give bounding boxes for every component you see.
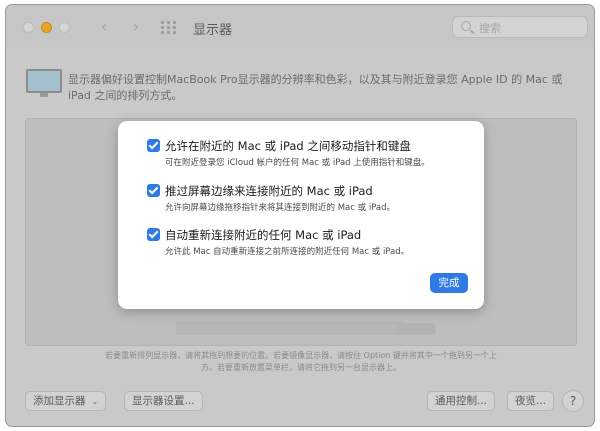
- help-button[interactable]: ?: [562, 390, 584, 412]
- option-subtitle: 可在附近登录您 iCloud 帐户的任何 Mac 或 iPad 上使用指针和键盘…: [165, 158, 430, 168]
- search-field[interactable]: 搜索: [452, 16, 588, 38]
- option-title: 允许在附近的 Mac 或 iPad 之间移动指针和键盘: [165, 139, 411, 153]
- done-button[interactable]: 完成: [430, 273, 468, 293]
- minimize-window-button[interactable]: [41, 22, 52, 33]
- keyboard-image: [176, 321, 404, 335]
- forward-arrow-icon[interactable]: ›: [126, 17, 146, 37]
- display-description: 显示器偏好设置控制MacBook Pro显示器的分辨率和色彩，以及其与附近登录您…: [68, 73, 563, 102]
- display-settings-button[interactable]: 显示器设置...: [124, 391, 203, 411]
- zoom-window-button[interactable]: [59, 22, 70, 33]
- option-subtitle: 允许向屏幕边缘拖移指针来将其连接到附近的 Mac 或 iPad。: [165, 203, 396, 213]
- option-subtitle: 允许此 Mac 自动重新连接之前所连接的附近任何 Mac 或 iPad。: [165, 247, 410, 257]
- option-title: 自动重新连接附近的任何 Mac 或 iPad: [165, 228, 362, 242]
- search-placeholder: 搜索: [479, 22, 501, 35]
- back-arrow-icon[interactable]: ‹: [94, 17, 114, 37]
- arrangement-hint-line-2: 方。若要重新放置菜单栏，请将它拖到另一台显示器上。: [201, 363, 401, 372]
- arrangement-hint-line-1: 若要重新排列显示器，请将其拖到想要的位置。若要镜像显示器，请按住 Option …: [105, 351, 497, 360]
- add-display-label: 添加显示器: [33, 395, 86, 407]
- night-shift-button[interactable]: 夜览...: [507, 391, 555, 411]
- search-icon: [461, 21, 471, 31]
- universal-control-button[interactable]: 通用控制...: [427, 391, 496, 411]
- display-icon: [26, 69, 62, 97]
- window-title: 显示器: [193, 23, 233, 38]
- checkbox-auto-reconnect[interactable]: [147, 228, 160, 241]
- checkbox-move-pointer-keyboard[interactable]: [147, 139, 160, 152]
- option-title: 推过屏幕边缘来连接附近的 Mac 或 iPad: [165, 184, 373, 198]
- add-display-popup-button[interactable]: 添加显示器 ⌄: [25, 391, 107, 411]
- universal-control-sheet: 允许在附近的 Mac 或 iPad 之间移动指针和键盘 可在附近登录您 iClo…: [118, 121, 484, 309]
- checkbox-push-through-edge[interactable]: [147, 184, 160, 197]
- chevron-down-icon: ⌄: [91, 397, 99, 406]
- trackpad-image: [396, 323, 436, 335]
- arrangement-hint: 若要重新排列显示器，请将其拖到想要的位置。若要镜像显示器，请按住 Option …: [66, 350, 536, 374]
- close-window-button[interactable]: [23, 22, 34, 33]
- show-all-grid-icon[interactable]: [161, 21, 177, 34]
- title-bar: ‹ › 显示器 搜索: [6, 5, 594, 47]
